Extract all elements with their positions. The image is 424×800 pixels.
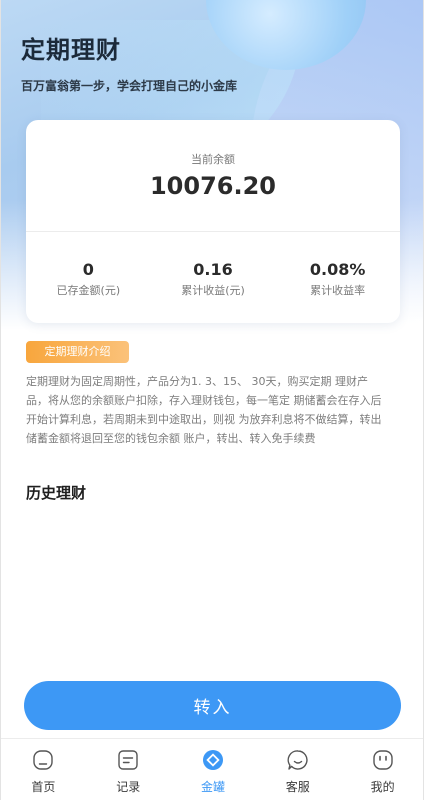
tab-jar[interactable]: 金罐 bbox=[171, 739, 256, 800]
tab-home[interactable]: 首页 bbox=[1, 739, 86, 800]
bottom-tab-bar: 首页 记录 金罐 客服 我的 bbox=[1, 738, 423, 800]
stat-value: 0.16 bbox=[193, 260, 233, 279]
tab-service[interactable]: 客服 bbox=[255, 739, 340, 800]
tab-label: 首页 bbox=[31, 780, 56, 794]
page: 定期理财 百万富翁第一步，学会打理自己的小金库 当前余额 10076.20 0 … bbox=[0, 0, 424, 800]
page-title: 定期理财 bbox=[21, 36, 121, 64]
intro-tag: 定期理财介绍 bbox=[26, 341, 129, 363]
profile-icon bbox=[372, 750, 393, 770]
stat-value: 0 bbox=[82, 260, 94, 279]
stat-label: 累计收益率 bbox=[310, 284, 366, 297]
tab-profile[interactable]: 我的 bbox=[340, 739, 423, 800]
stat-deposited: 0 已存金额(元) bbox=[26, 260, 151, 310]
stat-earnings: 0.16 累计收益(元) bbox=[151, 260, 276, 310]
jar-icon bbox=[202, 750, 223, 770]
tab-label: 客服 bbox=[285, 780, 310, 794]
tab-label: 记录 bbox=[116, 780, 141, 794]
tab-records[interactable]: 记录 bbox=[86, 739, 171, 800]
history-title: 历史理财 bbox=[26, 484, 87, 502]
balance-value: 10076.20 bbox=[149, 172, 276, 200]
divider bbox=[26, 231, 400, 232]
stat-value: 0.08% bbox=[309, 260, 366, 279]
stats-row: 0 已存金额(元) 0.16 累计收益(元) 0.08% 累计收益率 bbox=[26, 260, 400, 310]
balance-label: 当前余额 bbox=[191, 153, 235, 166]
home-icon bbox=[33, 750, 54, 770]
stat-label: 累计收益(元) bbox=[181, 284, 245, 297]
tab-label: 金罐 bbox=[200, 780, 225, 794]
stat-yield-rate: 0.08% 累计收益率 bbox=[275, 260, 400, 310]
balance-card: 当前余额 10076.20 0 已存金额(元) 0.16 累计收益(元) 0.0… bbox=[26, 120, 400, 323]
intro-text: 定期理财为固定周期性，产品分为1. 3、15、 30天，购买定期 理财产品，将从… bbox=[26, 375, 382, 445]
stat-label: 已存金额(元) bbox=[56, 284, 121, 297]
record-icon bbox=[118, 750, 138, 770]
chat-icon bbox=[287, 750, 308, 770]
page-subtitle: 百万富翁第一步，学会打理自己的小金库 bbox=[21, 79, 238, 93]
tab-label: 我的 bbox=[370, 780, 395, 794]
transfer-in-button[interactable]: 转入 bbox=[24, 681, 401, 730]
